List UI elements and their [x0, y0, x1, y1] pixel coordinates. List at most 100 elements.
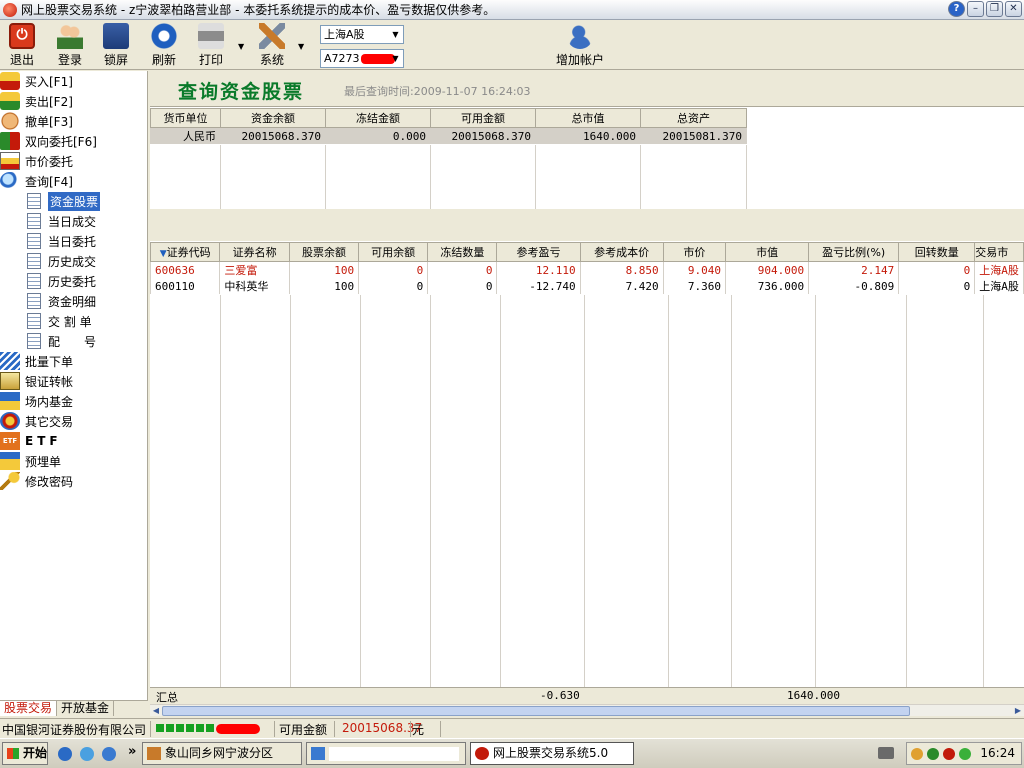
column-header[interactable]: 货币单位 — [150, 108, 221, 128]
sidebar-item-other-trade[interactable]: 其它交易 — [0, 411, 73, 431]
column-header[interactable]: 市价 — [662, 242, 727, 262]
minimize-button[interactable]: – — [967, 1, 984, 17]
column-header[interactable]: 股票余额 — [288, 242, 360, 262]
column-header[interactable]: 冻结金额 — [325, 108, 431, 128]
sidebar-item-buy[interactable]: 买入[F1] — [0, 71, 73, 91]
ie-icon[interactable] — [58, 747, 72, 761]
sidebar-subitem-history-orders[interactable]: 历史委托 — [27, 271, 96, 291]
add-user-icon — [567, 23, 593, 49]
chevron-down-icon: ▼ — [392, 30, 399, 39]
quicklaunch-overflow-icon[interactable]: » — [128, 744, 136, 759]
sidebar-item-market-order[interactable]: 市价委托 — [0, 151, 73, 171]
document-icon — [27, 333, 41, 349]
tab-stock-trading[interactable]: 股票交易 — [0, 701, 58, 716]
table-row[interactable]: 人民币 20015068.370 0.000 20015068.370 1640… — [150, 127, 747, 144]
sidebar-item-etf[interactable]: ETF ETF — [0, 431, 62, 451]
print-dropdown-arrow-icon[interactable]: ▼ — [238, 42, 244, 51]
taskbar-item-forum[interactable]: 象山同乡网宁波分区 — [142, 742, 302, 765]
cell-balance: 100 — [288, 278, 360, 294]
redaction-mark — [216, 723, 260, 734]
start-button[interactable]: 开始 — [2, 742, 48, 765]
cell-frozen: 0 — [427, 261, 498, 278]
sidebar-item-exchange-fund[interactable]: 场内基金 — [0, 391, 73, 411]
sidebar-item-dual-order[interactable]: 双向委托[F6] — [0, 131, 97, 151]
lock-screen-button[interactable]: 锁屏 — [96, 23, 136, 68]
sidebar-item-bank-transfer[interactable]: 银证转帐 — [0, 371, 73, 391]
keyboard-icon[interactable] — [878, 747, 894, 759]
stock-table: ▼证券代码 证券名称 股票余额 可用余额 冻结数量 参考盈亏 参考成本价 市价 … — [149, 242, 1024, 294]
sidebar-item-change-password[interactable]: 修改密码 — [0, 471, 73, 491]
sidebar-item-preorder[interactable]: 预埋单 — [0, 451, 61, 471]
update-icon[interactable] — [959, 748, 971, 760]
help-button[interactable]: ? — [948, 1, 965, 17]
column-header[interactable]: 参考成本价 — [579, 242, 664, 262]
market-select[interactable]: 上海A股 ▼ — [320, 25, 404, 44]
totals-label: 汇总 — [156, 691, 178, 704]
preorder-icon — [0, 452, 20, 470]
media-icon[interactable] — [80, 747, 94, 761]
document-icon — [27, 313, 41, 329]
sidebar-subitem-fund-details[interactable]: 资金明细 — [27, 291, 96, 311]
sidebar-subitem-today-orders[interactable]: 当日委托 — [27, 231, 96, 251]
table-row[interactable]: 600110 中科英华 100 0 0 -12.740 7.420 7.360 … — [149, 278, 1024, 294]
sidebar-item-batch-order[interactable]: 批量下单 — [0, 351, 73, 371]
exit-button[interactable]: ⏻ 退出 — [2, 23, 42, 68]
sidebar-item-sell[interactable]: 卖出[F2] — [0, 91, 73, 111]
sidebar-subitem-settlement[interactable]: 交 割 单 — [27, 311, 92, 331]
cell-name: 中科英华 — [219, 278, 290, 294]
sidebar-subitem-history-trades[interactable]: 历史成交 — [27, 251, 96, 271]
browser-icon[interactable] — [102, 747, 116, 761]
sort-arrow-icon: ▼ — [159, 249, 167, 259]
column-header[interactable]: 可用金额 — [430, 108, 536, 128]
sidebar-subitem-funds-stocks[interactable]: 资金股票 — [27, 191, 101, 211]
taskbar-item-trading-system[interactable]: 网上股票交易系统5.0 — [470, 742, 634, 765]
connection-indicator — [156, 721, 260, 735]
column-header[interactable]: 回转数量 — [898, 242, 976, 262]
column-header[interactable]: 市值 — [725, 242, 810, 262]
tools-icon — [259, 23, 285, 49]
column-header[interactable]: 交易市 — [974, 242, 1024, 262]
scroll-left-icon[interactable]: ◀ — [150, 705, 162, 717]
system-button[interactable]: 系统 — [252, 23, 292, 68]
system-dropdown-arrow-icon[interactable]: ▼ — [298, 42, 304, 51]
print-button[interactable]: 打印 — [191, 23, 231, 68]
add-account-button[interactable]: 增加帐户 — [552, 23, 608, 68]
sidebar-subitem-allotment-number[interactable]: 配 号 — [27, 331, 96, 351]
document-icon — [27, 193, 41, 209]
column-header[interactable]: 资金余额 — [220, 108, 326, 128]
taskbar-item-blank-window[interactable] — [306, 742, 466, 765]
cell-market-value: 736.000 — [725, 278, 810, 294]
network-icon[interactable] — [943, 748, 955, 760]
column-header[interactable]: 总市值 — [535, 108, 641, 128]
restore-button[interactable]: ❐ — [986, 1, 1003, 17]
shield-icon[interactable] — [927, 748, 939, 760]
qq-icon[interactable] — [911, 748, 923, 760]
batch-order-icon — [0, 352, 20, 370]
refresh-button[interactable]: 刷新 — [144, 23, 184, 68]
tab-open-fund[interactable]: 开放基金 — [57, 701, 115, 716]
sidebar-item-cancel[interactable]: 撤单[F3] — [0, 111, 73, 131]
column-header[interactable]: 盈亏比例(%) — [808, 242, 900, 262]
cell-profit-ratio: 2.147 — [808, 261, 900, 278]
horizontal-scrollbar[interactable]: ◀ ▶ — [150, 704, 1024, 716]
totals-row: 汇总 -0.630 1640.000 — [150, 687, 1024, 704]
column-header-code[interactable]: ▼证券代码 — [149, 242, 221, 262]
etf-icon: ETF — [0, 432, 20, 450]
stock-table-header: ▼证券代码 证券名称 股票余额 可用余额 冻结数量 参考盈亏 参考成本价 市价 … — [149, 242, 1024, 262]
close-button[interactable]: ✕ — [1005, 1, 1022, 17]
cell-turnover: 0 — [898, 261, 976, 278]
sidebar-item-query[interactable]: 查询[F4] — [0, 171, 73, 191]
column-header[interactable]: 可用余额 — [358, 242, 429, 262]
column-header[interactable]: 证券名称 — [219, 242, 290, 262]
scrollbar-thumb[interactable] — [162, 706, 910, 716]
stock-table-gridlines — [150, 295, 1024, 687]
status-bar: 中国银河证券股份有限公司 可用金额 20015068.37 元 — [0, 718, 1024, 738]
login-button[interactable]: 登录 — [50, 23, 90, 68]
sidebar-subitem-today-trades[interactable]: 当日成交 — [27, 211, 96, 231]
table-row[interactable]: 600636 三爱富 100 0 0 12.110 8.850 9.040 90… — [149, 261, 1024, 278]
account-select[interactable]: A7273 ▼ — [320, 49, 404, 68]
column-header[interactable]: 冻结数量 — [427, 242, 498, 262]
scroll-right-icon[interactable]: ▶ — [1012, 705, 1024, 717]
column-header[interactable]: 参考盈亏 — [496, 242, 581, 262]
column-header[interactable]: 总资产 — [640, 108, 747, 128]
